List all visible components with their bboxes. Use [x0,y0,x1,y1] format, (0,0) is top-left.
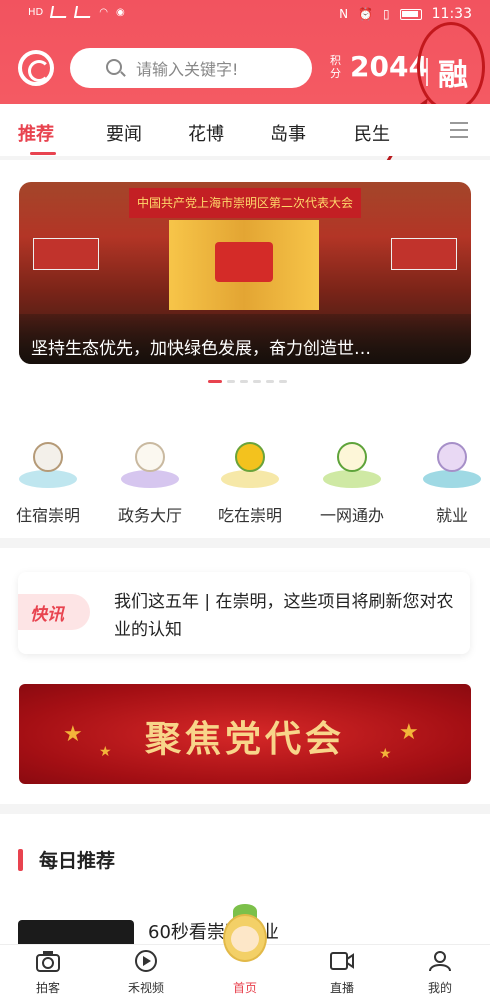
carousel-dot[interactable] [253,380,261,383]
carousel-dots [208,380,287,383]
menu-icon[interactable] [450,122,468,138]
carousel-dot[interactable] [240,380,248,383]
magnolia-icon [115,436,185,492]
nav-label: 禾视频 [127,981,164,995]
nav-label: 拍客 [35,981,60,995]
nav-label: 直播 [329,981,354,995]
channel-tabs: 推荐 要闻 花博 岛事 民生 [0,104,490,156]
tab-island[interactable]: 岛事 [270,120,306,146]
tab-news[interactable]: 要闻 [106,120,142,146]
nav-mine[interactable]: 我的 [410,949,470,996]
flash-badge-text: 快讯 [30,605,64,625]
left-screen [33,238,99,270]
carousel-dot[interactable] [266,380,274,383]
quick-link-label: 一网通办 [319,506,384,525]
tab-livelihood[interactable]: 民生 [354,120,390,146]
party-congress-banner[interactable]: ★ ★ ★ ★ 聚焦党代会 [19,684,471,784]
banner-caption: 坚持生态优先，加快绿色发展，奋力创造世… [31,339,371,359]
nav-paike[interactable]: 拍客 [18,949,78,996]
live-icon [329,949,355,973]
heading-accent-bar [18,848,23,871]
tab-flower-expo[interactable]: 花博 [188,120,224,146]
carousel-dot[interactable] [208,380,222,383]
cotton-icon [13,436,83,492]
flash-news-card[interactable]: 快讯 我们这五年 | 在崇明，这些项目将刷新您对农业的认知 [18,572,470,654]
narcissus-icon [317,436,387,492]
carousel-dot[interactable] [227,380,235,383]
active-tab-indicator [30,152,56,155]
daily-heading: 每日推荐 [18,846,115,873]
play-icon [133,949,159,973]
quick-link-lodging[interactable]: 住宿崇明 [8,436,88,526]
user-icon [427,949,453,973]
right-screen [391,238,457,270]
quick-link-food[interactable]: 吃在崇明 [210,436,290,526]
nav-label: 我的 [427,981,452,995]
flash-badge: 快讯 [18,594,90,630]
quick-link-jobs[interactable]: 就业 [412,436,490,526]
lotus-icon [417,436,487,492]
osmanthus-icon [215,436,285,492]
quick-link-gov-hall[interactable]: 政务大厅 [110,436,190,526]
nav-label: 首页 [232,981,257,995]
tab-recommend[interactable]: 推荐 [18,120,54,146]
carousel-dot[interactable] [279,380,287,383]
hero-banner[interactable]: 中国共产党上海市崇明区第二次代表大会 坚持生态优先，加快绿色发展，奋力创造世… [19,182,471,364]
flags-emblem [215,242,273,282]
home-mascot-icon[interactable] [215,904,275,976]
quick-link-one-network[interactable]: 一网通办 [312,436,392,526]
quick-link-label: 住宿崇明 [15,506,80,525]
stage-title: 中国共产党上海市崇明区第二次代表大会 [136,196,353,210]
camera-icon [35,949,61,973]
quick-link-label: 吃在崇明 [217,506,282,525]
nav-live[interactable]: 直播 [312,949,372,996]
daily-heading-text: 每日推荐 [39,850,116,872]
flash-news-text: 我们这五年 | 在崇明，这些项目将刷新您对农业的认知 [114,592,454,640]
quick-link-label: 政务大厅 [117,506,182,525]
quick-link-label: 就业 [435,506,468,525]
nav-video[interactable]: 禾视频 [116,949,176,996]
party-banner-title: 聚焦党代会 [144,719,345,760]
